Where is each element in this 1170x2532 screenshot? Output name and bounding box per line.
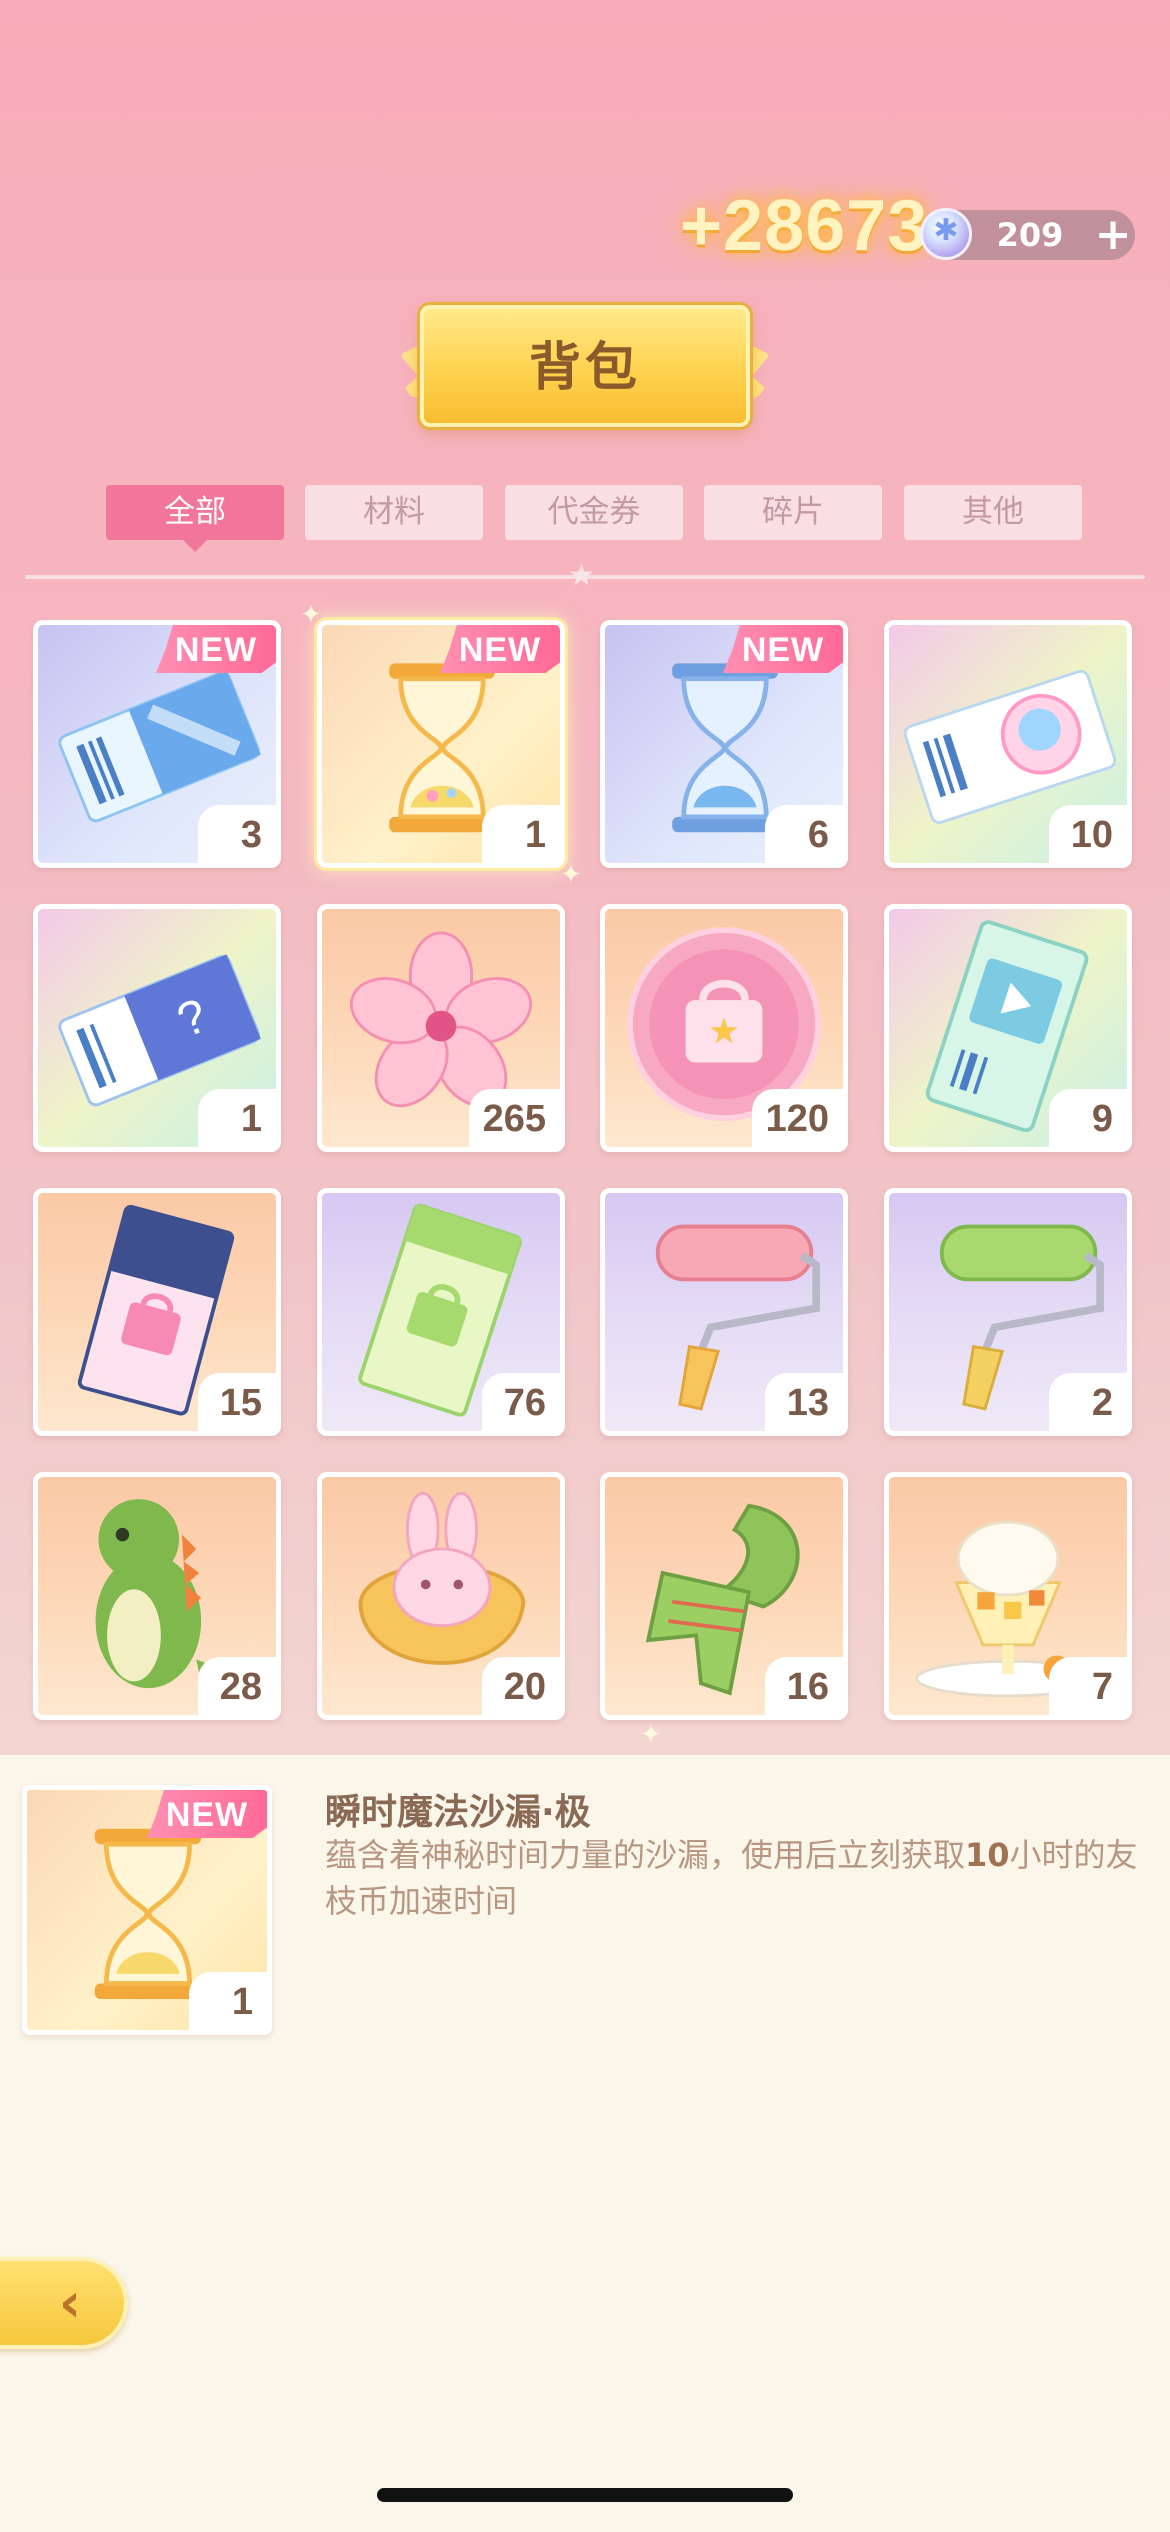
item-video-ticket[interactable]: 9 <box>884 904 1132 1152</box>
item-voucher-ticket-blue[interactable]: NEW 3 <box>33 620 281 868</box>
item-count: 1 <box>189 1972 267 2030</box>
item-count: 20 <box>482 1657 560 1715</box>
home-indicator[interactable] <box>377 2488 793 2502</box>
item-sakura-flower[interactable]: 265 <box>317 904 565 1152</box>
item-magic-hourglass-gold[interactable]: NEW 1 <box>317 620 565 868</box>
star-icon: ★ <box>568 558 595 593</box>
item-count: 76 <box>482 1373 560 1431</box>
item-count: 7 <box>1049 1657 1127 1715</box>
item-count: 3 <box>198 805 276 863</box>
item-pink-bag-ticket[interactable]: 15 <box>33 1188 281 1436</box>
page-title: 背包 <box>528 338 641 398</box>
item-parfait[interactable]: 7 <box>884 1472 1132 1720</box>
gem-icon <box>920 208 972 260</box>
currency-gain-text: +28673 <box>680 186 929 266</box>
item-count: 265 <box>468 1089 560 1147</box>
detail-item-title: 瞬时魔法沙漏·极 <box>325 1792 591 1833</box>
item-count: 9 <box>1049 1089 1127 1147</box>
item-green-paint-roller[interactable]: 2 <box>884 1188 1132 1436</box>
item-magic-hourglass-blue[interactable]: NEW 6 <box>600 620 848 868</box>
item-mystery-ticket[interactable]: ? 1 <box>33 904 281 1152</box>
tab-vouchers[interactable]: 代金券 <box>505 485 683 540</box>
description-highlight: 10 <box>965 1836 1010 1874</box>
item-count: 6 <box>765 805 843 863</box>
item-count: 16 <box>765 1657 843 1715</box>
item-bag-coin[interactable]: ★ 120 <box>600 904 848 1152</box>
item-count: 28 <box>198 1657 276 1715</box>
item-green-scarf[interactable]: 16 <box>600 1472 848 1720</box>
new-badge: NEW <box>156 625 276 673</box>
item-count: 13 <box>765 1373 843 1431</box>
currency-value: 209 <box>996 216 1064 254</box>
detail-item-description: 蕴含着神秘时间力量的沙漏，使用后立刻获取10小时的友枝币加速时间 <box>325 1832 1155 1924</box>
back-arrow-icon[interactable]: ‹ <box>40 2275 100 2331</box>
new-badge: NEW <box>147 1790 267 1838</box>
item-count: 2 <box>1049 1373 1127 1431</box>
tab-others[interactable]: 其他 <box>904 485 1082 540</box>
tab-materials[interactable]: 材料 <box>305 485 483 540</box>
tab-all[interactable]: 全部 <box>106 485 284 552</box>
detail-item-thumbnail: NEW 1 <box>22 1785 272 2035</box>
item-count: 1 <box>482 805 560 863</box>
item-green-bag-ticket[interactable]: 76 <box>317 1188 565 1436</box>
item-green-dinosaur[interactable]: 28 <box>33 1472 281 1720</box>
item-count: 120 <box>751 1089 843 1147</box>
new-badge: NEW <box>723 625 843 673</box>
tab-fragments[interactable]: 碎片 <box>704 485 882 540</box>
item-avatar-ticket[interactable]: 10 <box>884 620 1132 868</box>
sparkle-icon: ✦ <box>640 1720 662 1750</box>
item-count: 15 <box>198 1373 276 1431</box>
item-pink-paint-roller[interactable]: 13 <box>600 1188 848 1436</box>
description-text: 蕴含着神秘时间力量的沙漏，使用后立刻获取 <box>325 1836 966 1874</box>
new-badge: NEW <box>440 625 560 673</box>
item-bunny-pouch[interactable]: 20 <box>317 1472 565 1720</box>
add-currency-button[interactable]: + <box>1090 212 1136 258</box>
sparkle-icon: ✦ <box>560 860 582 890</box>
item-count: 10 <box>1049 805 1127 863</box>
svg-text:★: ★ <box>708 1009 741 1052</box>
item-count: 1 <box>198 1089 276 1147</box>
